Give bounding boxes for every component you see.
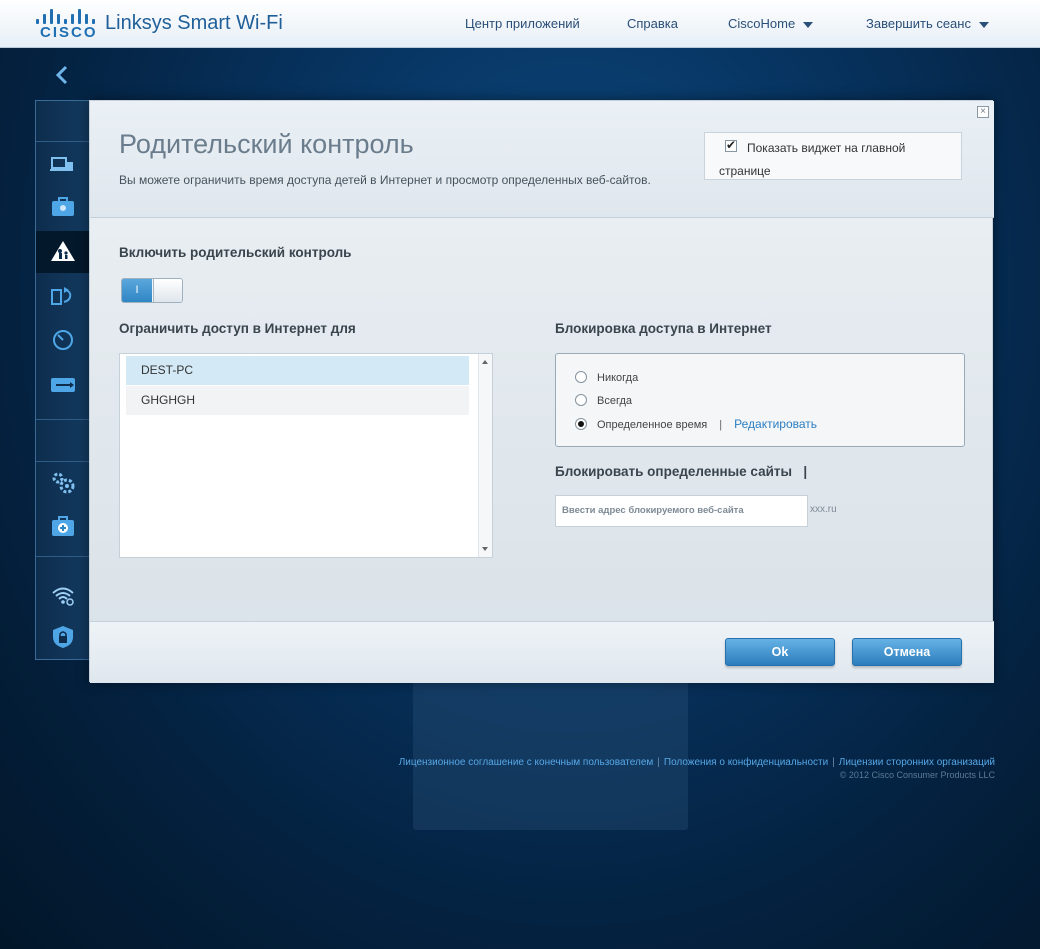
nav-app-center[interactable]: Центр приложений xyxy=(465,16,580,31)
ok-button[interactable]: Ok xyxy=(725,638,835,666)
cancel-button[interactable]: Отмена xyxy=(852,638,962,666)
sidebar-divider xyxy=(36,461,90,462)
cisco-logo-text: CISCO xyxy=(40,24,98,41)
block-sites-label: Блокировать определенные сайты | xyxy=(555,464,807,479)
radio-always-label: Всегда xyxy=(597,395,633,407)
block-schedule-box: Никогда Всегда Определенное время | Редакт… xyxy=(555,353,965,447)
toggle-on-indicator: I xyxy=(122,279,152,302)
usb-storage-icon[interactable] xyxy=(50,373,76,397)
cisco-logo-bars xyxy=(36,8,95,24)
dialog-footer: Ok Отмена xyxy=(90,621,994,683)
dialog-subtitle: Вы можете ограничить время доступа детей… xyxy=(119,173,651,187)
device-item-ghghgh[interactable]: GHGHGH xyxy=(126,386,469,415)
restrict-access-label: Ограничить доступ в Интернет для xyxy=(119,321,356,336)
troubleshooting-icon[interactable] xyxy=(50,515,76,539)
device-list[interactable]: DEST-PC GHGHGH xyxy=(119,353,493,558)
show-widget-label: Показать виджет на главной странице xyxy=(719,141,906,178)
sidebar-divider xyxy=(36,419,90,420)
scroll-down-icon[interactable] xyxy=(482,547,488,551)
chevron-left-icon xyxy=(55,65,68,85)
show-widget-checkbox[interactable] xyxy=(725,138,737,152)
block-access-label: Блокировка доступа в Интернет xyxy=(555,321,772,336)
radio-specific-time-label: Определенное время xyxy=(597,419,708,431)
radio-always[interactable]: Всегда xyxy=(575,393,632,409)
radio-specific-time[interactable]: Определенное время | Редактировать xyxy=(575,416,817,432)
device-list-scrollbar[interactable] xyxy=(478,354,492,557)
blocked-site-input[interactable]: Ввести адрес блокируемого веб-сайта xyxy=(555,495,808,527)
close-dialog-button[interactable]: × xyxy=(977,106,989,118)
parental-controls-dialog: × Родительский контроль Вы можете ограни… xyxy=(89,100,994,683)
router-settings-icon[interactable] xyxy=(50,471,76,495)
wireless-icon[interactable] xyxy=(50,583,76,607)
parental-controls-icon[interactable] xyxy=(50,239,76,263)
radio-button[interactable] xyxy=(575,394,587,406)
toggle-knob xyxy=(153,279,182,302)
nav-logout-menu[interactable]: Завершить сеанс xyxy=(866,16,989,31)
radio-button-checked[interactable] xyxy=(575,418,587,430)
footer-eula-link[interactable]: Лицензионное соглашение с конечным польз… xyxy=(399,757,654,768)
footer-links: Лицензионное соглашение с конечным польз… xyxy=(399,757,995,768)
security-icon[interactable] xyxy=(50,625,76,649)
chevron-down-icon xyxy=(803,21,814,28)
show-widget-option: Показать виджет на главной странице xyxy=(704,132,962,180)
background-panel xyxy=(413,682,688,830)
radio-never-label: Никогда xyxy=(597,372,639,384)
dialog-title: Родительский контроль xyxy=(119,129,414,159)
footer-divider: | xyxy=(832,757,835,768)
sidebar-divider xyxy=(36,141,90,142)
cisco-logo: CISCO xyxy=(36,8,96,42)
separator: | xyxy=(719,419,723,431)
scroll-up-icon[interactable] xyxy=(482,360,488,364)
product-title: Linksys Smart Wi-Fi xyxy=(105,12,283,34)
guest-access-icon[interactable] xyxy=(50,195,76,219)
close-icon: × xyxy=(980,106,986,117)
media-prioritization-icon[interactable] xyxy=(50,284,76,308)
parental-controls-toggle[interactable]: I xyxy=(121,278,183,303)
logout-label: Завершить сеанс xyxy=(866,16,971,31)
speed-test-icon[interactable] xyxy=(50,328,76,352)
footer-third-party-link[interactable]: Лицензии сторонних организаций xyxy=(839,757,995,768)
sidebar xyxy=(35,100,98,660)
nav-help[interactable]: Справка xyxy=(627,16,678,31)
dialog-header: × Родительский контроль Вы можете ограни… xyxy=(90,101,994,218)
block-sites-label-text: Блокировать определенные сайты xyxy=(555,464,793,479)
account-name: CiscoHome xyxy=(728,16,796,31)
top-bar: CISCO Linksys Smart Wi-Fi Центр приложен… xyxy=(0,0,1040,48)
edit-schedule-link[interactable]: Редактировать xyxy=(734,417,817,431)
block-sites-pipe: | xyxy=(803,464,808,479)
footer-privacy-link[interactable]: Положения о конфиденциальности xyxy=(664,757,828,768)
collapse-sidebar-button[interactable] xyxy=(53,64,73,86)
device-list-icon[interactable] xyxy=(50,153,76,177)
sidebar-divider xyxy=(36,556,90,557)
enable-parental-controls-label: Включить родительский контроль xyxy=(119,245,352,260)
device-item-dest-pc[interactable]: DEST-PC xyxy=(126,356,469,385)
chevron-down-icon xyxy=(978,21,989,28)
radio-never[interactable]: Никогда xyxy=(575,370,638,386)
nav-account-menu[interactable]: CiscoHome xyxy=(728,16,814,31)
footer-divider: | xyxy=(657,757,660,768)
blocked-site-hint: xxx.ru xyxy=(810,504,837,515)
radio-button[interactable] xyxy=(575,371,587,383)
footer-copyright: © 2012 Cisco Consumer Products LLC xyxy=(839,770,995,780)
